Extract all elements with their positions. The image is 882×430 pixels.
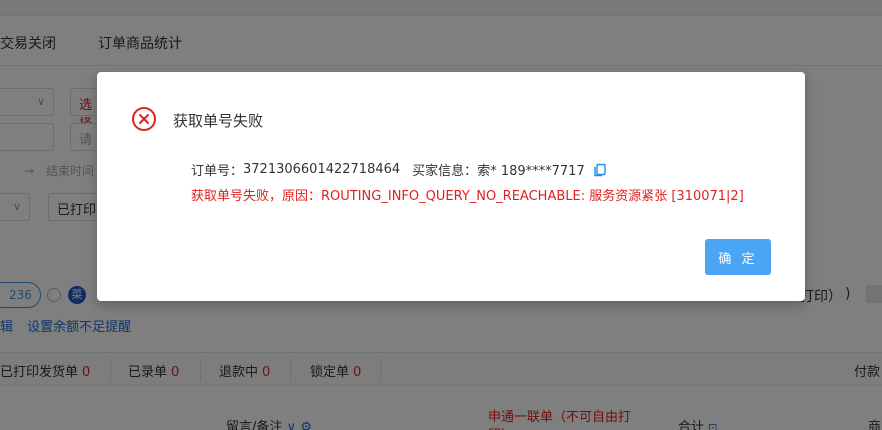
order-info-line: 订单号： 3721306601422718464 买家信息： 索* 189***… <box>191 160 607 179</box>
order-no-label: 订单号： <box>191 164 244 179</box>
error-reason: 获取单号失败，原因：ROUTING_INFO_QUERY_NO_REACHABL… <box>191 189 744 204</box>
buyer-info-value: 索* 189****7717 <box>477 164 585 179</box>
copy-icon[interactable] <box>593 163 607 177</box>
confirm-button[interactable]: 确 定 <box>705 239 771 275</box>
error-dialog: 获取单号失败 订单号： 3721306601422718464 买家信息： 索*… <box>97 72 805 301</box>
order-no-value: 3721306601422718464 <box>243 162 401 177</box>
dialog-title: 获取单号失败 <box>173 112 264 130</box>
buyer-info-label: 买家信息： <box>412 164 478 179</box>
error-circle-icon <box>132 107 156 131</box>
